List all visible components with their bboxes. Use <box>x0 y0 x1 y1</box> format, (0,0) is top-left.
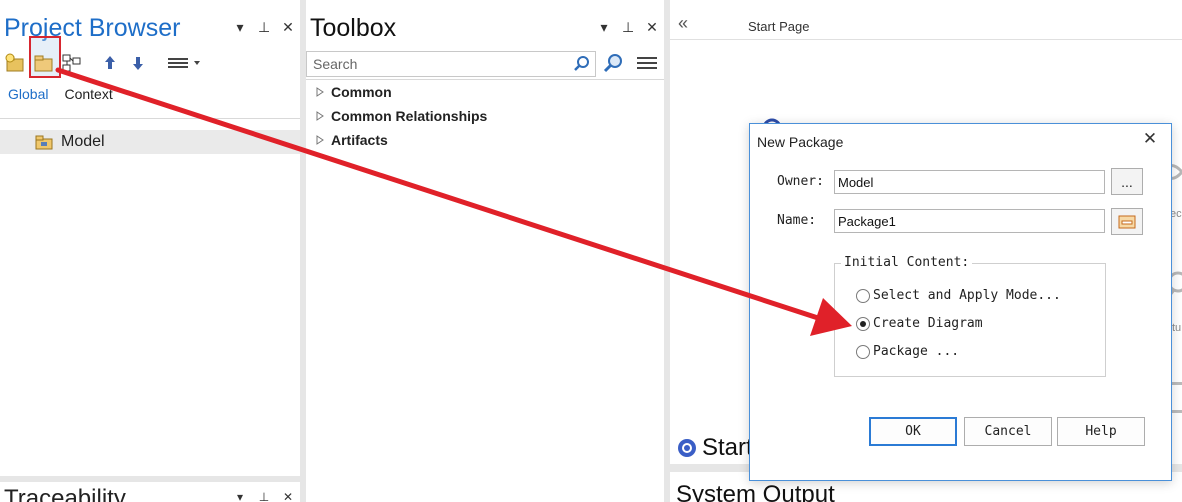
expand-arrow-icon <box>316 111 324 121</box>
find-icon[interactable] <box>602 52 624 74</box>
dialog-title: New Package <box>757 134 844 150</box>
owner-field[interactable] <box>834 170 1105 194</box>
tab-context[interactable]: Context <box>64 86 112 102</box>
tree-item-label: Model <box>61 133 105 150</box>
dropdown-icon[interactable]: ▾ <box>598 19 610 36</box>
system-output-title: System Output <box>676 481 835 502</box>
close-icon[interactable]: ✕ <box>646 19 658 36</box>
traceability-controls: ▾ ⊥ ✕ <box>234 490 294 502</box>
new-package-icon[interactable] <box>32 50 56 76</box>
tree-item-model[interactable]: Model <box>0 130 300 154</box>
traceability-title: Traceability <box>4 485 126 502</box>
move-down-icon[interactable] <box>126 50 150 76</box>
owner-browse-button[interactable]: ... <box>1111 168 1143 195</box>
divider <box>0 118 300 119</box>
expand-arrow-icon <box>316 135 324 145</box>
partial-text: tu <box>1172 322 1182 334</box>
start-section-title: Start <box>676 434 753 462</box>
project-browser-tabs: Global Context <box>8 86 113 102</box>
package-edit-icon <box>1118 215 1136 228</box>
pin-icon[interactable]: ⊥ <box>622 19 634 36</box>
search-icon[interactable] <box>573 55 591 73</box>
close-icon[interactable]: ✕ <box>282 19 294 36</box>
group-label: Common <box>331 84 392 100</box>
new-model-icon[interactable] <box>4 50 28 76</box>
new-package-dialog: New Package ✕ Owner: ... Name: Initial C… <box>749 123 1172 481</box>
dropdown-icon[interactable]: ▾ <box>234 19 246 36</box>
help-button[interactable]: Help <box>1057 417 1145 446</box>
group-label: Initial Content: <box>841 256 973 270</box>
document-tab-bar: « Start Page <box>670 0 1182 40</box>
screen: Project Browser ▾ ⊥ ✕ Global Context Mod… <box>0 0 1182 502</box>
pin-icon[interactable]: ⊥ <box>258 490 270 502</box>
toolbox-group-artifacts[interactable]: Artifacts <box>316 132 388 148</box>
name-options-button[interactable] <box>1111 208 1143 235</box>
toolbox-search-box <box>306 51 596 77</box>
new-diagram-icon[interactable] <box>60 50 84 76</box>
ok-button[interactable]: OK <box>869 417 957 446</box>
radio-button[interactable] <box>856 344 870 359</box>
menu-icon[interactable] <box>636 54 658 72</box>
move-up-icon[interactable] <box>98 50 122 76</box>
group-label: Common Relationships <box>331 108 488 124</box>
toolbox-group-common[interactable]: Common <box>316 84 392 100</box>
initial-content-group: Initial Content: Select and Apply Mode..… <box>834 256 1106 377</box>
radio-button[interactable] <box>856 288 870 303</box>
tab-global[interactable]: Global <box>8 86 48 102</box>
group-label: Artifacts <box>331 132 388 148</box>
radio-button[interactable] <box>856 316 870 331</box>
expand-arrow-icon <box>316 87 324 97</box>
name-label: Name: <box>777 213 817 228</box>
close-icon[interactable]: ✕ <box>282 490 294 502</box>
toolbox-title: Toolbox <box>310 14 397 42</box>
project-browser-controls: ▾ ⊥ ✕ <box>234 19 294 36</box>
divider <box>306 79 664 80</box>
project-browser-toolbar <box>4 36 294 78</box>
menu-icon[interactable] <box>164 50 204 76</box>
cancel-button[interactable]: Cancel <box>964 417 1052 446</box>
option-package[interactable]: Package ... <box>856 344 959 359</box>
close-icon[interactable]: ✕ <box>1140 129 1160 149</box>
owner-label: Owner: <box>777 174 824 189</box>
dropdown-icon[interactable]: ▾ <box>234 490 246 502</box>
toolbox-pane: Toolbox ▾ ⊥ ✕ Common Common Relationship… <box>306 0 664 502</box>
collapse-icon[interactable]: « <box>678 14 688 32</box>
toolbox-group-common-relationships[interactable]: Common Relationships <box>316 108 487 124</box>
toolbox-controls: ▾ ⊥ ✕ <box>598 19 658 36</box>
option-select-apply-mode[interactable]: Select and Apply Mode... <box>856 288 1061 303</box>
start-logo-icon <box>678 439 696 457</box>
tab-start-page[interactable]: Start Page <box>748 19 809 34</box>
name-field[interactable] <box>834 209 1105 233</box>
project-browser-pane: Project Browser ▾ ⊥ ✕ Global Context Mod… <box>0 0 300 476</box>
pane-splitter[interactable] <box>0 476 300 482</box>
search-input[interactable] <box>307 52 569 76</box>
pin-icon[interactable]: ⊥ <box>258 19 270 36</box>
option-create-diagram[interactable]: Create Diagram <box>856 316 983 331</box>
package-icon <box>35 135 53 150</box>
